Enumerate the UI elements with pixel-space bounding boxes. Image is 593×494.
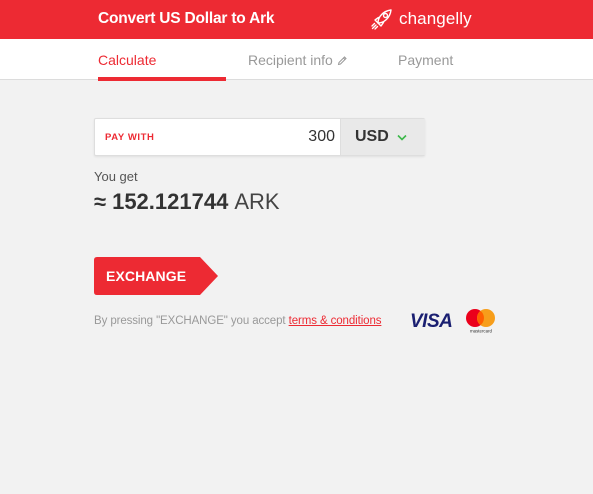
header: Convert US Dollar to Ark changelly [0, 0, 593, 39]
tab-recipient-info[interactable]: Recipient info [248, 52, 348, 68]
changelly-logo[interactable]: changelly [369, 5, 472, 33]
terms-prefix: By pressing "EXCHANGE" you accept [94, 315, 289, 327]
you-get-label: You get [94, 169, 138, 184]
pay-with-label: PAY WITH [105, 132, 155, 143]
chevron-down-icon [397, 134, 407, 141]
currency-label: USD [355, 128, 389, 145]
result-amount: ≈ 152.121744 ARK [94, 189, 280, 215]
result-unit: ARK [234, 189, 280, 214]
terms-notice: By pressing "EXCHANGE" you accept terms … [94, 315, 381, 327]
visa-logo: VISA [410, 311, 453, 332]
tab-payment[interactable]: Payment [398, 52, 453, 68]
active-tab-indicator [98, 77, 226, 81]
tab-recipient-info-label: Recipient info [248, 52, 333, 68]
result-value: 152.121744 [112, 189, 229, 214]
amount-field-group: PAY WITH USD [94, 118, 425, 156]
brand-name: changelly [399, 9, 472, 28]
tab-calculate[interactable]: Calculate [98, 52, 156, 68]
tab-bar: Calculate Recipient info Payment [0, 39, 593, 81]
exchange-button-label: EXCHANGE [106, 268, 187, 284]
terms-link[interactable]: terms & conditions [289, 315, 382, 327]
exchange-button[interactable]: EXCHANGE [94, 257, 219, 295]
mastercard-logo: mastercard [466, 309, 495, 334]
approx-symbol: ≈ [94, 189, 107, 214]
currency-select[interactable]: USD [340, 119, 425, 155]
mastercard-text: mastercard [470, 329, 493, 334]
page-title: Convert US Dollar to Ark [98, 10, 275, 27]
rocket-icon [371, 9, 392, 30]
pencil-icon [337, 55, 347, 65]
amount-input[interactable] [161, 119, 339, 155]
